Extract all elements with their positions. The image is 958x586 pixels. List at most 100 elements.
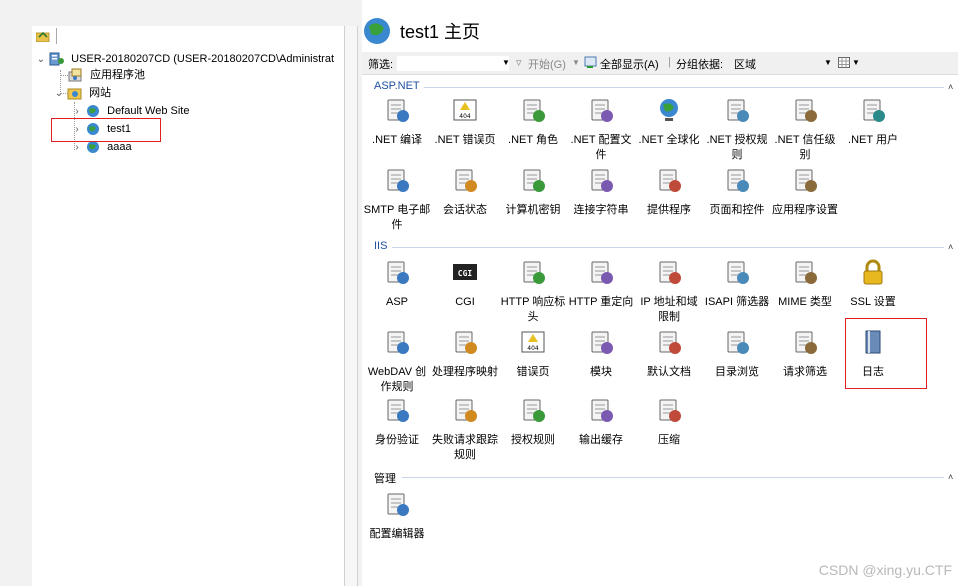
feature-roles[interactable]: .NET 角色 <box>499 96 567 148</box>
feature-label: SMTP 电子邮件 <box>363 204 431 231</box>
section-divider <box>424 87 944 88</box>
feature-label: 失败请求跟踪规则 <box>432 434 498 461</box>
feature-session-state[interactable]: 会话状态 <box>431 166 499 218</box>
feature-label: 连接字符串 <box>573 204 629 216</box>
tree-line <box>60 75 68 76</box>
feature-error-page-404[interactable]: 404 .NET 错误页 <box>431 96 499 148</box>
feature-compile[interactable]: .NET 编译 <box>363 96 431 148</box>
feature-label: ASP <box>385 296 408 308</box>
section-title-management: 管理 <box>374 473 396 485</box>
group-by-dropdown-icon[interactable]: ▼ <box>824 58 832 67</box>
isapi-filter-icon <box>727 261 749 284</box>
feature-label: .NET 授权规则 <box>706 134 768 161</box>
feature-directory-browsing[interactable]: 目录浏览 <box>703 328 771 380</box>
feature-isapi-filter[interactable]: ISAPI 筛选器 <box>703 258 771 310</box>
configuration-editor-icon <box>387 493 409 516</box>
tree-label-site: aaaa <box>107 141 132 154</box>
feature-label: .NET 编译 <box>372 134 422 146</box>
view-grid-icon[interactable] <box>838 57 850 68</box>
feature-globe[interactable]: .NET 全球化 <box>635 96 703 148</box>
feature-configuration-editor[interactable]: 配置编辑器 <box>363 490 431 542</box>
compile-icon <box>387 99 409 122</box>
collapse-chevron-icon[interactable]: ˄ <box>948 243 956 252</box>
svg-text:404: 404 <box>527 345 539 352</box>
feature-modules[interactable]: 模块 <box>567 328 635 380</box>
directory-browsing-icon <box>727 331 749 354</box>
start-button[interactable]: 开始(G) <box>528 56 566 72</box>
svg-text:404: 404 <box>459 113 471 120</box>
feature-users[interactable]: .NET 用户 <box>839 96 907 148</box>
folder-up-icon[interactable] <box>36 30 50 42</box>
feature-label: MIME 类型 <box>778 296 832 308</box>
feature-profile[interactable]: .NET 配置文件 <box>567 96 635 163</box>
feature-label: 请求筛选 <box>783 366 827 378</box>
feature-label: IP 地址和域限制 <box>640 296 698 323</box>
users-icon <box>863 99 885 122</box>
feature-handler-mappings[interactable]: 处理程序映射 <box>431 328 499 380</box>
server-icon <box>49 52 65 66</box>
feature-request-filtering[interactable]: 请求筛选 <box>771 328 839 380</box>
collapse-chevron-icon[interactable]: ˄ <box>948 83 956 92</box>
feature-label: 错误页 <box>516 366 550 378</box>
feature-http-response-headers[interactable]: HTTP 响应标头 <box>499 258 567 325</box>
feature-label: 提供程序 <box>647 204 691 216</box>
show-all-icon <box>584 56 597 68</box>
tree-label-app-pools: 应用程序池 <box>90 69 146 82</box>
feature-label: 计算机密钥 <box>505 204 561 216</box>
feature-failed-request-tracing[interactable]: 失败请求跟踪规则 <box>431 396 499 463</box>
feature-default-document[interactable]: 默认文档 <box>635 328 703 380</box>
feature-machine-key[interactable]: 计算机密钥 <box>499 166 567 218</box>
feature-label: 页面和控件 <box>709 204 765 216</box>
globe-icon <box>87 141 100 154</box>
feature-authorization[interactable]: .NET 授权规则 <box>703 96 771 163</box>
mime-types-icon <box>795 261 817 284</box>
feature-authentication[interactable]: 身份验证 <box>363 396 431 448</box>
authorization-rules-icon <box>523 399 545 422</box>
expanded-chevron-icon[interactable]: ⌄ <box>36 51 46 69</box>
feature-pages-controls[interactable]: 页面和控件 <box>703 166 771 218</box>
start-dropdown-icon[interactable]: ▼ <box>572 58 580 67</box>
feature-app-settings[interactable]: 应用程序设置 <box>771 166 839 218</box>
highlight-box-selected-site <box>51 118 161 142</box>
feature-webdav[interactable]: WebDAV 创作规则 <box>363 328 431 395</box>
feature-ip-restrictions[interactable]: IP 地址和域限制 <box>635 258 703 325</box>
feature-label: 默认文档 <box>647 366 691 378</box>
feature-output-caching[interactable]: 输出缓存 <box>567 396 635 448</box>
feature-cgi[interactable]: CGI CGI <box>431 258 499 310</box>
profile-icon <box>591 99 613 122</box>
roles-icon <box>523 99 545 122</box>
view-dropdown-icon[interactable]: ▼ <box>852 58 860 67</box>
tree-label-sites: 网站 <box>89 87 112 100</box>
filter-dropdown-icon[interactable]: ▼ <box>502 58 510 67</box>
tree-item-sites[interactable]: ⌄ 网站 <box>54 84 111 102</box>
feature-http-redirect[interactable]: HTTP 重定向 <box>567 258 635 310</box>
handler-mappings-icon <box>455 331 477 354</box>
request-filtering-icon <box>795 331 817 354</box>
tree-label-site: Default Web Site <box>107 105 190 118</box>
globe-icon <box>87 105 100 118</box>
app-settings-icon <box>795 169 817 192</box>
feature-error-pages[interactable]: 404 错误页 <box>499 328 567 380</box>
feature-ssl-lock[interactable]: SSL 设置 <box>839 258 907 310</box>
expanded-chevron-icon[interactable]: ⌄ <box>54 85 64 103</box>
feature-label: 模块 <box>590 366 612 378</box>
feature-mime-types[interactable]: MIME 类型 <box>771 258 839 310</box>
feature-trust[interactable]: .NET 信任级别 <box>771 96 839 163</box>
error-page-404-icon: 404 <box>453 99 477 121</box>
filter-input[interactable] <box>396 55 510 72</box>
ip-restrictions-icon <box>659 261 681 284</box>
default-document-icon <box>659 331 681 354</box>
feature-connection-string[interactable]: 连接字符串 <box>567 166 635 218</box>
compression-icon <box>659 399 681 422</box>
collapse-chevron-icon[interactable]: ˄ <box>948 473 956 482</box>
show-all-button[interactable]: 全部显示(A) <box>600 56 659 72</box>
feature-authorization-rules[interactable]: 授权规则 <box>499 396 567 448</box>
tree-item-app-pools[interactable]: 应用程序池 <box>68 66 145 84</box>
feature-compression[interactable]: 压缩 <box>635 396 703 448</box>
feature-smtp-email[interactable]: SMTP 电子邮件 <box>363 166 431 233</box>
feature-providers[interactable]: 提供程序 <box>635 166 703 218</box>
asp-icon <box>387 261 409 284</box>
group-by-select[interactable]: 区域 <box>734 56 756 72</box>
feature-asp[interactable]: ASP <box>363 258 431 310</box>
pane-splitter[interactable] <box>344 26 358 586</box>
